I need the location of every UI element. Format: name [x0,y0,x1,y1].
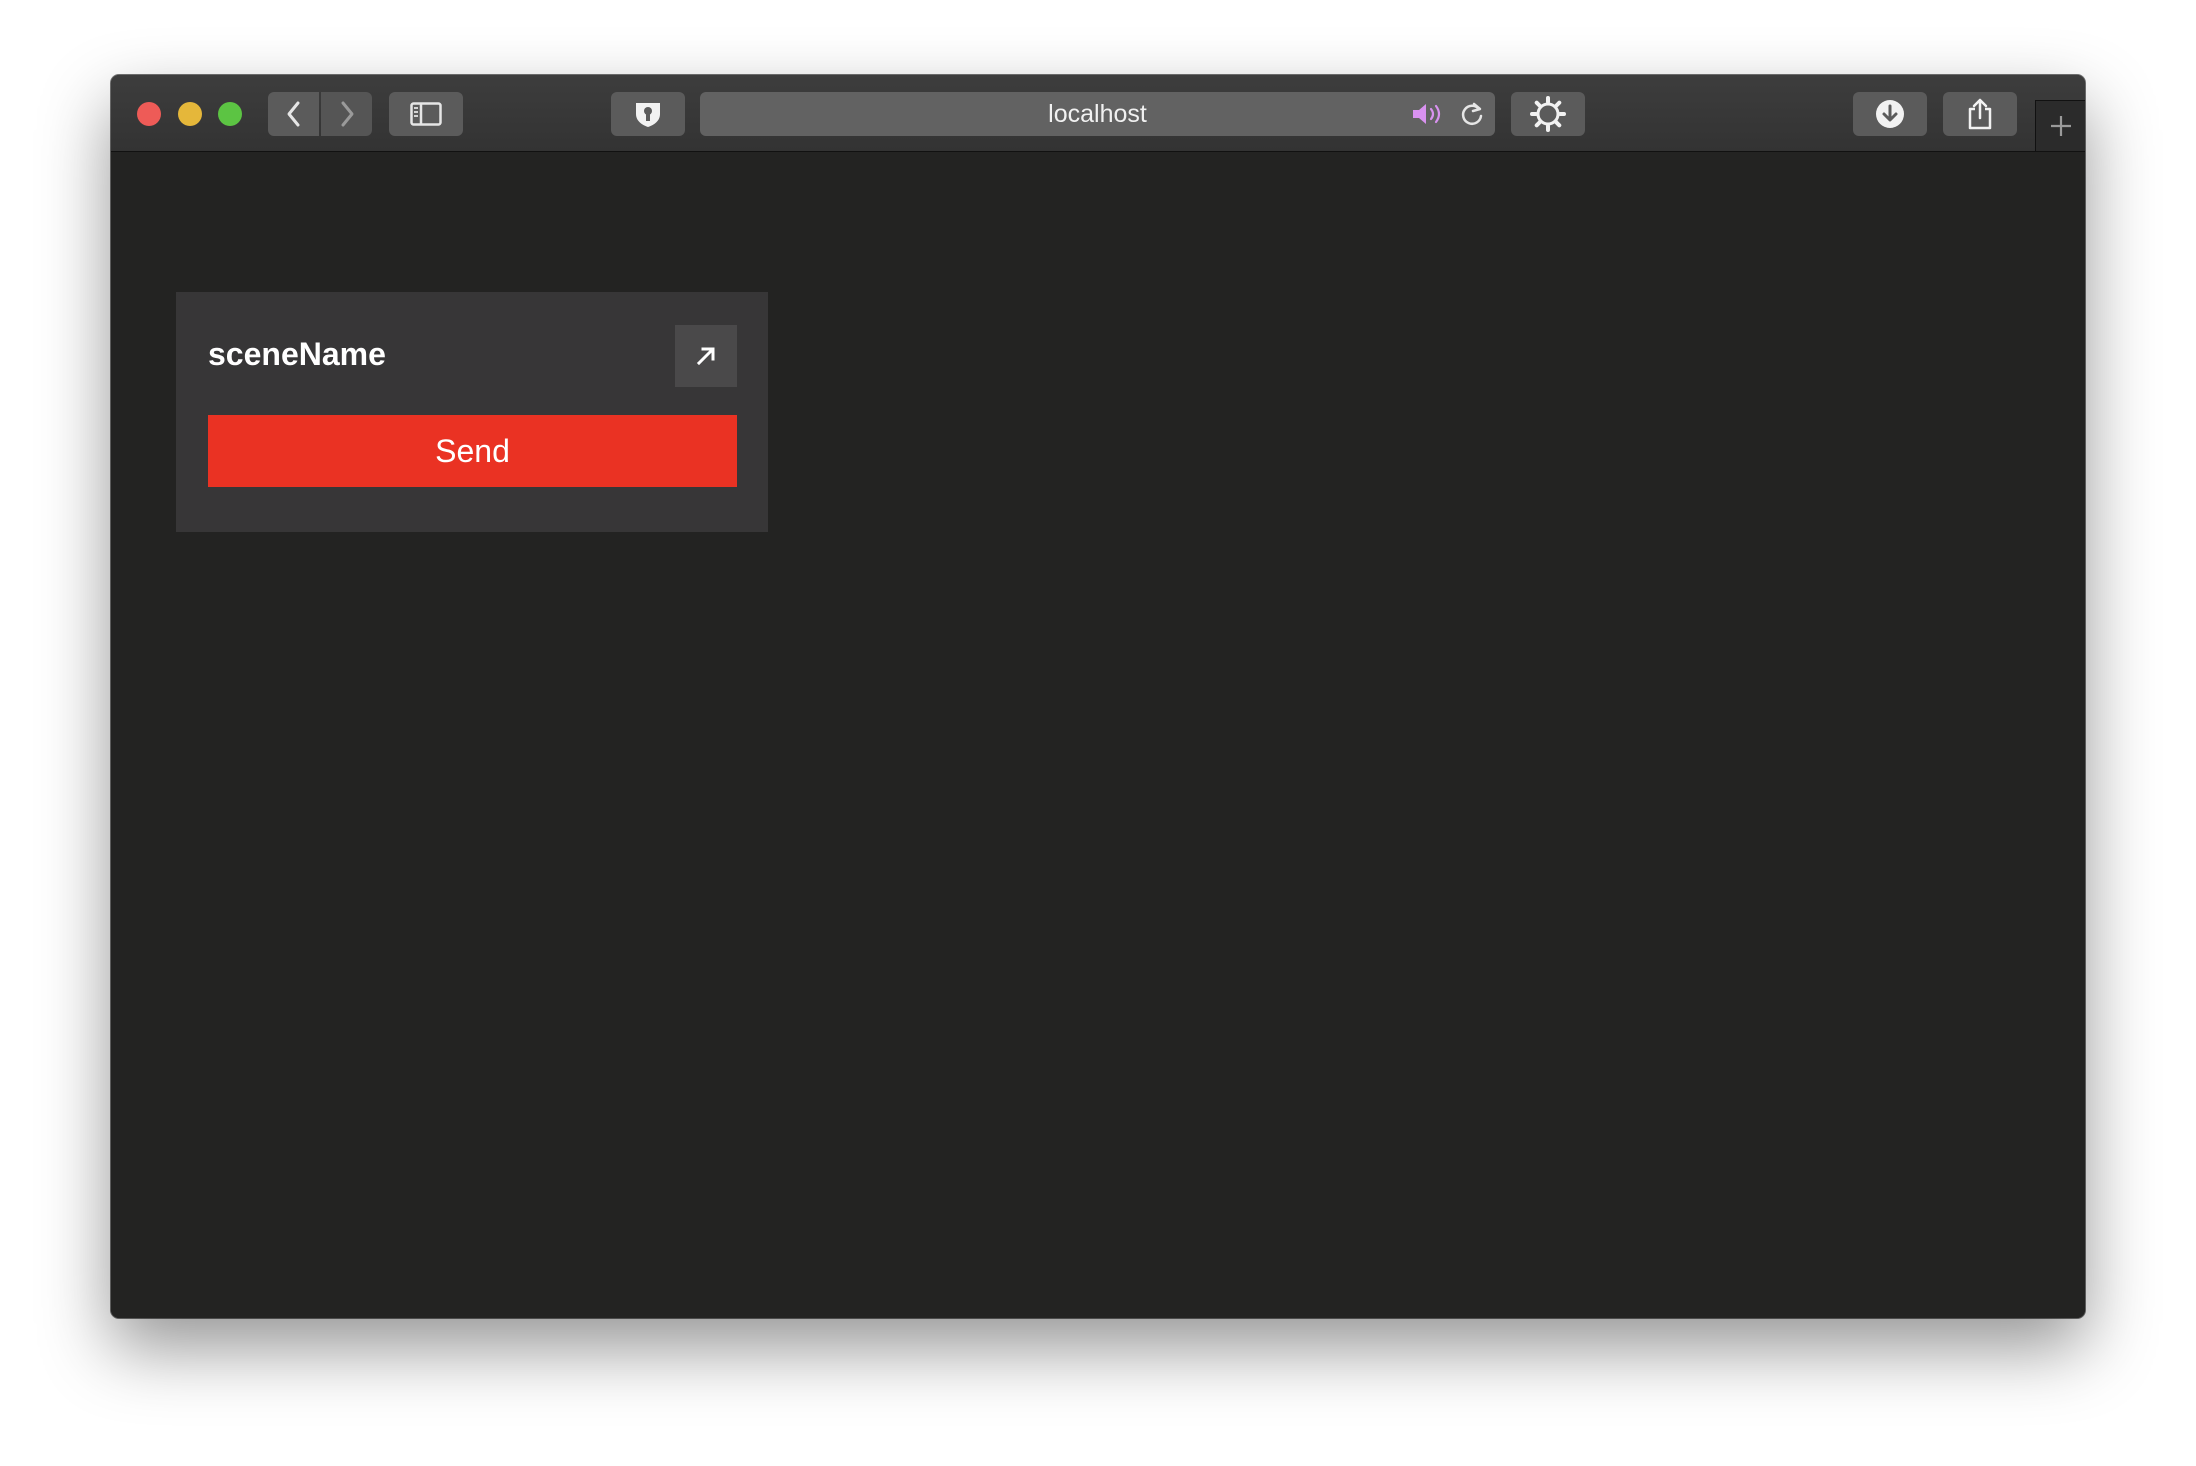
download-icon [1876,100,1904,128]
reload-icon[interactable] [1459,101,1485,127]
address-bar[interactable]: localhost [700,92,1495,136]
navigation-buttons [268,92,372,136]
share-button[interactable] [1943,92,2017,136]
send-button[interactable]: Send [208,415,737,487]
extension-button[interactable] [611,92,685,136]
shield-extension-icon [636,103,660,127]
forward-button[interactable] [321,92,372,136]
expand-button[interactable] [675,325,737,387]
browser-window: localhost sceneName Send [111,75,2085,1318]
downloads-button[interactable] [1853,92,1927,136]
browser-toolbar: localhost [111,75,2085,152]
arrow-up-right-icon [696,347,715,366]
speaker-icon[interactable] [1411,102,1447,126]
scene-card: sceneName Send [176,292,768,532]
minimize-window-icon[interactable] [178,102,202,126]
plus-icon [2050,116,2071,136]
sidebar-icon [410,102,442,126]
new-tab-button[interactable] [2035,100,2085,151]
chevron-left-icon [287,101,299,127]
zoom-window-icon[interactable] [218,102,242,126]
sidebar-button[interactable] [389,92,463,136]
gear-icon [1530,96,1566,132]
url-text: localhost [1048,99,1147,128]
settings-button[interactable] [1511,92,1585,136]
chevron-right-icon [341,101,353,127]
back-button[interactable] [268,92,319,136]
share-icon [1968,98,1992,130]
scene-name-title: sceneName [208,336,386,372]
page-content: sceneName Send [111,152,2085,1318]
close-window-icon[interactable] [137,102,161,126]
